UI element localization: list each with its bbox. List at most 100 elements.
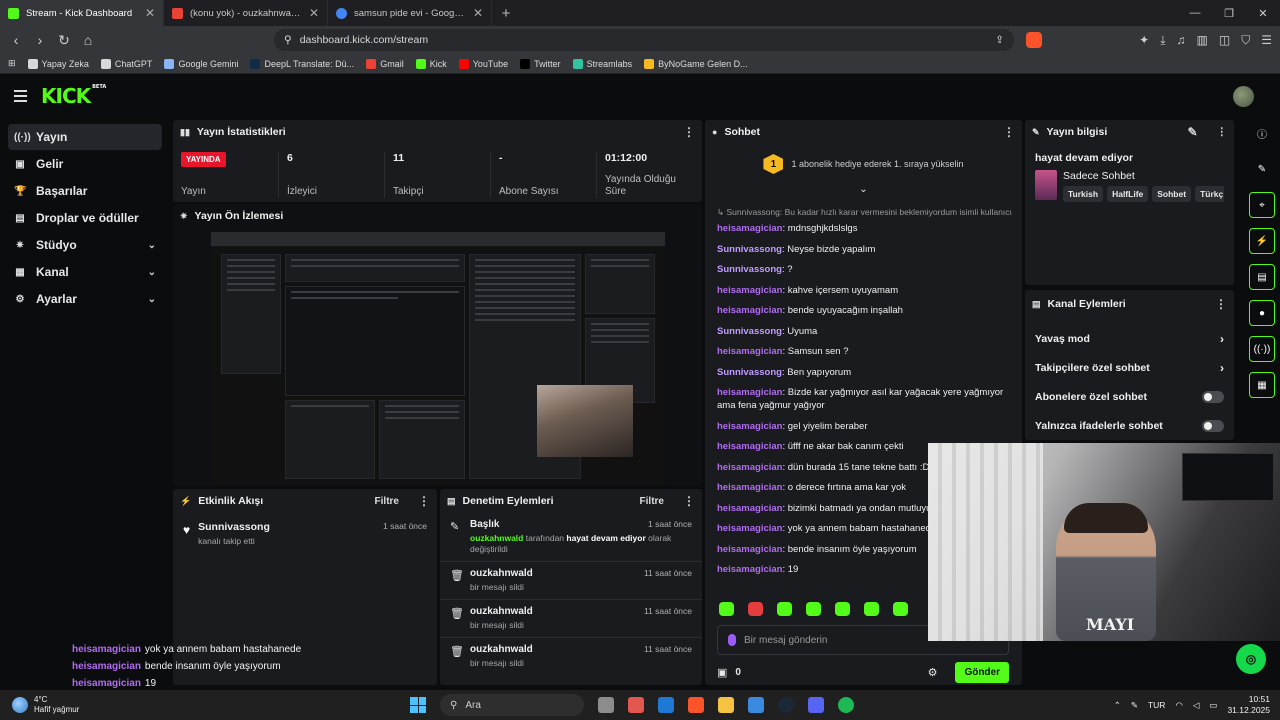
tag-chip[interactable]: Türkç [1195, 186, 1224, 202]
toggle-switch[interactable] [1202, 390, 1224, 403]
filter-button[interactable]: Filtre [375, 496, 399, 507]
chat-username[interactable]: Sunnivassong [717, 264, 782, 275]
support-icon[interactable]: ◎ [1236, 644, 1266, 674]
site-info-icon[interactable]: ⚲ [284, 34, 292, 46]
menu-icon[interactable]: ☰ [1261, 33, 1272, 48]
close-tab-icon[interactable]: ✕ [473, 6, 483, 20]
chat-message[interactable]: heisamagician: Samsun sen ? [717, 345, 1017, 358]
tab-gmail[interactable]: (konu yok) - ouzkahnwald@gmail.co ✕ [164, 0, 328, 26]
bookmark-item[interactable]: Gmail [366, 58, 404, 69]
sidebar-toggle-icon[interactable]: ▥ [1197, 33, 1208, 48]
chat-username[interactable]: heisamagician [717, 305, 782, 316]
chat-message[interactable]: heisamagician: kahve içersem uyuyamam [717, 284, 1017, 297]
task-view-icon[interactable] [598, 697, 614, 713]
chat-username[interactable]: heisamagician [717, 462, 782, 473]
battery-icon[interactable]: ▭ [1209, 700, 1217, 711]
chat-username[interactable]: heisamagician [717, 346, 782, 357]
outlook-icon[interactable] [658, 697, 674, 713]
sidebar-item[interactable]: ✷ Stüdyo ⌄ [8, 232, 162, 258]
pen-icon[interactable]: ✎ [1131, 700, 1138, 711]
bookmark-item[interactable]: DeepL Translate: Dü... [250, 58, 354, 69]
chat-username[interactable]: heisamagician [717, 523, 782, 534]
reload-icon[interactable]: ↻ [56, 32, 72, 48]
more-options-icon[interactable]: ⋮ [683, 125, 695, 139]
tag-chip[interactable]: HalfLife [1107, 186, 1149, 202]
microsoft-store-icon[interactable] [748, 697, 764, 713]
document-icon[interactable]: ▤ [1249, 264, 1275, 290]
user-avatar[interactable] [1233, 86, 1254, 107]
file-explorer-icon[interactable] [718, 697, 734, 713]
sidebar-item[interactable]: ▣ Gelir [8, 151, 162, 177]
hamburger-menu-icon[interactable] [14, 90, 27, 102]
chat-username[interactable]: Sunnivassong [717, 326, 782, 337]
channel-action-item[interactable]: Yavaş mod › [1025, 324, 1234, 353]
broadcast-icon[interactable]: ((·)) [1249, 336, 1275, 362]
brave-shields-icon[interactable] [1026, 32, 1042, 48]
emote-icon[interactable] [893, 602, 908, 616]
more-options-icon[interactable]: ⋮ [1217, 126, 1228, 138]
more-options-icon[interactable]: ⋮ [1215, 297, 1227, 311]
emote-icon[interactable] [719, 602, 734, 616]
chat-username[interactable]: heisamagician [717, 223, 782, 234]
url-bar[interactable]: ⚲ dashboard.kick.com/stream ⇪ [274, 29, 1014, 51]
tag-chip[interactable]: Sohbet [1152, 186, 1192, 202]
edit-stream-icon[interactable]: ✎ [1249, 156, 1275, 182]
chat-username[interactable]: Sunnivassong [717, 244, 782, 255]
home-icon[interactable]: ⌂ [80, 32, 96, 48]
minimize-icon[interactable]: — [1178, 0, 1212, 26]
collapse-chevron-icon[interactable]: ⌄ [705, 184, 1022, 196]
toggle-switch[interactable] [1202, 419, 1224, 432]
new-tab-button[interactable]: + [492, 0, 520, 26]
channel-action-item[interactable]: Yalnızca ifadelerle sohbet [1025, 411, 1234, 440]
mic-icon[interactable] [728, 634, 736, 646]
emote-icon[interactable] [777, 602, 792, 616]
extensions-icon[interactable]: ✦ [1139, 33, 1149, 48]
chat-username[interactable]: heisamagician [717, 387, 782, 398]
chat-message[interactable]: Sunnivassong: Uyuma [717, 325, 1017, 338]
filter-button[interactable]: Filtre [640, 496, 664, 507]
sidebar-item[interactable]: ▤ Droplar ve ödüller [8, 205, 162, 231]
apps-grid-icon[interactable]: ⊞ [8, 58, 16, 69]
emote-icon[interactable] [864, 602, 879, 616]
stream-preview-video[interactable] [211, 232, 665, 486]
sidebar-item[interactable]: ((·)) Yayın [8, 124, 162, 150]
tab-google-search[interactable]: samsun pide evi - Google'da Ara ✕ [328, 0, 492, 26]
windows-start-icon[interactable] [410, 697, 426, 713]
tag-chip[interactable]: Turkish [1063, 186, 1104, 202]
volume-icon[interactable]: ◁ [1193, 700, 1200, 711]
close-window-icon[interactable]: ✕ [1246, 0, 1280, 26]
bookmark-item[interactable]: Streamlabs [572, 58, 632, 69]
vpn-icon[interactable]: ⛉ [1241, 33, 1250, 48]
lightning-icon[interactable]: ⚡ [1249, 228, 1275, 254]
layout-icon[interactable]: ▦ [1249, 372, 1275, 398]
channel-action-item[interactable]: Abonelere özel sohbet [1025, 382, 1234, 411]
snipping-tool-icon[interactable] [628, 697, 644, 713]
bookmark-item[interactable]: Google Gemini [164, 58, 238, 69]
bookmark-item[interactable]: ChatGPT [100, 58, 152, 69]
tab-kick-dashboard[interactable]: Stream - Kick Dashboard ✕ [0, 0, 164, 26]
gift-leaderboard-banner[interactable]: 1 1 abonelik hediye ederek 1. sıraya yük… [705, 144, 1022, 184]
brave-icon[interactable] [688, 697, 704, 713]
clock[interactable]: 10:51 31.12.2025 [1227, 694, 1270, 716]
chat-message[interactable]: heisamagician: bende uyuyacağım inşallah [717, 304, 1017, 317]
forward-icon[interactable]: › [32, 32, 48, 48]
more-options-icon[interactable]: ⋮ [1003, 125, 1015, 139]
more-options-icon[interactable]: ⋮ [683, 494, 695, 508]
chat-username[interactable]: heisamagician [717, 441, 782, 452]
download-icon[interactable]: ⤓ [1160, 33, 1165, 48]
steam-icon[interactable] [778, 697, 794, 713]
media-icon[interactable]: ♫ [1177, 33, 1186, 48]
send-button[interactable]: Gönder [955, 661, 1009, 683]
wifi-icon[interactable]: ◠ [1175, 700, 1182, 711]
channel-action-item[interactable]: Takipçilere özel sohbet › [1025, 353, 1234, 382]
chat-message[interactable]: Sunnivassong: ? [717, 263, 1017, 276]
chat-message[interactable]: Sunnivassong: Neyse bizde yapalım [717, 243, 1017, 256]
clip-icon[interactable]: ⌖ [1249, 192, 1275, 218]
chat-message[interactable]: heisamagician: mdnsghjkdslslgs [717, 222, 1017, 235]
language-indicator[interactable]: TUR [1148, 700, 1165, 710]
chat-message[interactable]: heisamagician: Bizde kar yağmıyor asıl k… [717, 386, 1017, 412]
chat-username[interactable]: Sunnivassong [717, 367, 782, 378]
bookmark-item[interactable]: Kick [415, 58, 447, 69]
sidebar-item[interactable]: ▦ Kanal ⌄ [8, 259, 162, 285]
chat-message[interactable]: Sunnivassong: Ben yapıyorum [717, 366, 1017, 379]
